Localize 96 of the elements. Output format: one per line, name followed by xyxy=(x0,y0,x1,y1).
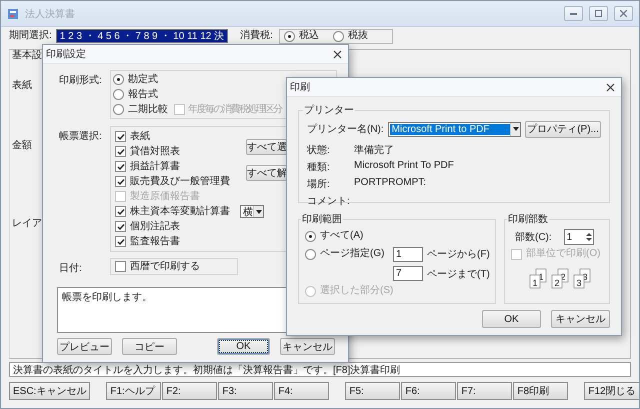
dialog-title: 印刷設定 xyxy=(46,48,86,61)
minimize-icon xyxy=(570,12,577,15)
dialog-button[interactable]: キャンセル xyxy=(280,338,335,355)
close-icon xyxy=(620,10,627,17)
close-icon xyxy=(332,50,342,58)
function-key[interactable]: F3: xyxy=(218,382,274,400)
deselect-all-button[interactable]: すべて解 xyxy=(246,165,288,181)
dialog-button[interactable]: キャンセル xyxy=(551,310,610,328)
function-key[interactable]: F6: xyxy=(401,382,456,400)
field-label: レイア xyxy=(12,218,42,230)
checkbox[interactable] xyxy=(115,161,126,172)
checkbox-label: 貸借対照表 xyxy=(130,146,180,158)
info-label: コメント: xyxy=(307,195,351,208)
function-key[interactable]: F4: xyxy=(274,382,330,400)
field-label: 基本設 xyxy=(12,50,42,62)
radio-button[interactable] xyxy=(113,74,124,85)
radio-button[interactable] xyxy=(305,230,316,242)
checkbox[interactable] xyxy=(115,261,126,272)
copies-spinner[interactable]: 1 xyxy=(564,229,594,245)
period-field[interactable]: 1 2 3 ・ 4 5 6 ・ 7 8 9 ・ 10 11 12 決 xyxy=(56,29,228,43)
radio-button[interactable] xyxy=(284,30,295,42)
info-label: 種類: xyxy=(307,160,331,174)
field-label: 表紙 xyxy=(12,80,32,92)
orientation-select[interactable]: 横 xyxy=(240,205,264,218)
radio-button[interactable] xyxy=(113,104,124,115)
function-key[interactable]: F7: xyxy=(457,382,512,400)
select-all-button[interactable]: すべて選 xyxy=(246,139,288,155)
group-title: 印刷範囲 xyxy=(301,212,343,226)
maximize-button[interactable] xyxy=(589,6,608,21)
forms-label: 帳票選択: xyxy=(58,130,103,144)
checkbox[interactable] xyxy=(115,146,126,157)
minimize-button[interactable] xyxy=(564,6,583,21)
function-key[interactable]: F5: xyxy=(345,382,400,400)
checkbox-label: 監査報告書 xyxy=(130,236,180,248)
info-label: 状態: xyxy=(307,144,331,157)
page-from-field[interactable]: 1 xyxy=(393,246,423,262)
close-icon xyxy=(606,82,614,92)
function-key[interactable]: F2: xyxy=(162,382,218,400)
field-label: 金額 xyxy=(12,140,32,152)
dropdown-arrow-icon xyxy=(512,127,519,131)
page-from-label: ページから(F) xyxy=(427,248,490,261)
radio-button[interactable] xyxy=(305,248,316,260)
window-title: 法人決算書 xyxy=(25,8,76,20)
page-to-label: ページまで(T) xyxy=(427,268,490,280)
checkbox[interactable] xyxy=(115,176,126,187)
dialog-button[interactable]: OK xyxy=(217,338,270,355)
function-key[interactable]: ESC:キャンセル xyxy=(9,382,90,400)
dialog-button[interactable]: プレビュー xyxy=(57,338,112,355)
radio-label: 税込 xyxy=(298,30,319,42)
format-label: 印刷形式: xyxy=(58,74,103,88)
radio-button[interactable] xyxy=(332,30,344,42)
radio-button[interactable] xyxy=(113,89,124,100)
dialog-title: 印刷 xyxy=(290,80,310,94)
maximize-icon xyxy=(595,10,602,17)
function-key[interactable]: F1:ヘルプ xyxy=(106,382,162,400)
info-value: 準備完了 xyxy=(354,144,395,157)
radio-label: 二期比較 xyxy=(128,104,168,116)
dialog-button[interactable]: コピー xyxy=(122,338,177,355)
radio-label: 税抜 xyxy=(348,30,368,42)
checkbox-label: 株主資本等変動計算書 xyxy=(130,206,230,218)
page-to-field[interactable]: 7 xyxy=(393,266,423,281)
dialog-button[interactable]: OK xyxy=(482,310,541,328)
info-value: Microsoft Print To PDF xyxy=(354,160,455,173)
checkbox-label: 年度毎の消費税処理区分 xyxy=(188,104,282,116)
app-icon xyxy=(7,8,19,20)
group-title: 印刷部数 xyxy=(507,212,549,226)
printer-name-label: プリンター名(N): xyxy=(307,122,384,136)
printer-select[interactable]: Microsoft Print to PDF xyxy=(388,122,522,136)
radio-label: 報告式 xyxy=(128,88,158,100)
checkbox[interactable] xyxy=(115,221,126,232)
radio-label: 勘定式 xyxy=(128,74,158,86)
checkbox[interactable] xyxy=(115,206,126,217)
function-key[interactable]: F12閉じる xyxy=(584,382,639,400)
group-title: プリンター xyxy=(303,104,355,117)
checkbox[interactable] xyxy=(115,236,126,247)
checkbox-label: 部単位で印刷(O) xyxy=(526,248,600,260)
checkbox[interactable] xyxy=(115,131,126,142)
checkbox-label: 販売費及び一般管理費 xyxy=(130,176,230,188)
checkbox-label: 西暦で印刷する xyxy=(130,260,200,272)
date-label: 日付: xyxy=(58,262,83,275)
properties-button[interactable]: プロパティ(P)... xyxy=(525,120,601,138)
checkbox-label: 個別注記表 xyxy=(130,220,180,232)
period-label: 期間選択: xyxy=(9,30,52,42)
copies-label: 部数(C): xyxy=(515,230,552,244)
info-label: 場所: xyxy=(307,178,331,191)
checkbox-label: 損益計算書 xyxy=(130,160,180,172)
spinner-arrows-icon xyxy=(584,231,593,243)
tax-label: 消費税: xyxy=(240,30,273,42)
radio-label: すべて(A) xyxy=(320,230,364,242)
checkbox-label: 製造原価報告書 xyxy=(130,190,200,202)
checkbox-label: 表紙 xyxy=(130,130,150,142)
info-value: PORTPROMPT: xyxy=(354,177,428,190)
status-message: 決算書の表紙のタイトルを入力します。初期値は「決算報告書」です。[F8]決算書印刷 xyxy=(9,362,631,377)
dropdown-arrow-icon xyxy=(256,210,262,214)
function-key[interactable]: F8印刷 xyxy=(513,382,568,400)
radio-label: ページ指定(G) xyxy=(320,248,384,260)
